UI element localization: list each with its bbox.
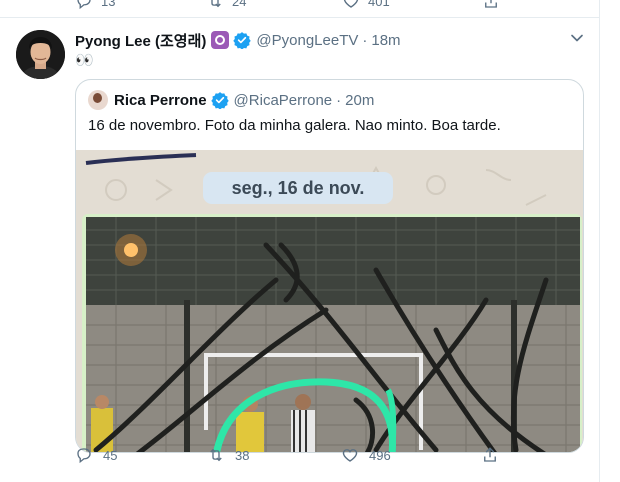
heart-icon [343,0,359,8]
quoted-handle: @RicaPerrone [233,91,333,109]
quoted-tweet-header: Rica Perrone @RicaPerrone · 20m [88,90,374,110]
tweet-text: 👀 [75,52,96,69]
separator-dot: · [362,31,368,49]
display-name[interactable]: Pyong Lee (조영래) [75,30,206,51]
prev-share-action[interactable] [482,0,500,10]
retweet-icon [211,0,221,8]
prev-reply-count: 13 [101,0,116,9]
prev-like-count: 401 [368,0,390,9]
handle[interactable]: @PyongLeeTV [256,32,358,49]
verified-badge-icon [210,92,229,109]
share-icon [484,447,496,462]
like-action[interactable]: 496 [341,443,391,467]
quoted-avatar [88,90,108,110]
tweet-header: Pyong Lee (조영래) @PyongLeeTV · 18m [75,30,401,50]
tweet-actions: 45 38 496 [75,443,575,467]
share-icon [485,0,497,8]
yin-yang-emoji-icon [211,31,230,49]
prev-retweet-action[interactable]: 24 [206,0,246,10]
share-action[interactable] [481,443,499,467]
reply-count: 45 [103,447,118,463]
retweet-count: 38 [235,447,250,463]
quoted-display-name: Rica Perrone [114,91,207,109]
retweet-icon [210,448,222,462]
verified-badge-icon [233,32,252,49]
prev-reply-action[interactable]: 13 [75,0,115,10]
photo-image: seg., 16 de nov. [76,150,583,452]
prev-like-action[interactable]: 401 [342,0,390,10]
timestamp[interactable]: 18m [371,32,400,49]
quoted-timestamp: 20m [345,91,375,109]
retweet-action[interactable]: 38 [207,443,249,467]
heart-icon [342,449,358,462]
reply-action[interactable]: 45 [75,443,117,467]
avatar[interactable] [16,30,65,79]
avatar-photo [16,30,65,79]
reply-icon [77,0,91,10]
like-count: 496 [369,447,391,463]
previous-tweet-actions: 13 24 401 [0,0,600,18]
quoted-separator-dot: · [336,91,342,109]
quoted-tweet-photo[interactable]: seg., 16 de nov. [76,150,583,452]
reply-icon [77,448,91,464]
timeline-border [599,0,600,482]
quoted-tweet-text: 16 de novembro. Foto da minha galera. Na… [88,117,501,134]
tweet[interactable]: Pyong Lee (조영래) @PyongLeeTV · 18m 👀 Rica… [0,18,599,482]
date-chip-text: seg., 16 de nov. [232,178,365,198]
quoted-tweet[interactable]: Rica Perrone @RicaPerrone · 20m 16 de no… [75,79,584,453]
chevron-down-icon[interactable] [567,28,587,48]
prev-retweet-count: 24 [232,0,247,9]
